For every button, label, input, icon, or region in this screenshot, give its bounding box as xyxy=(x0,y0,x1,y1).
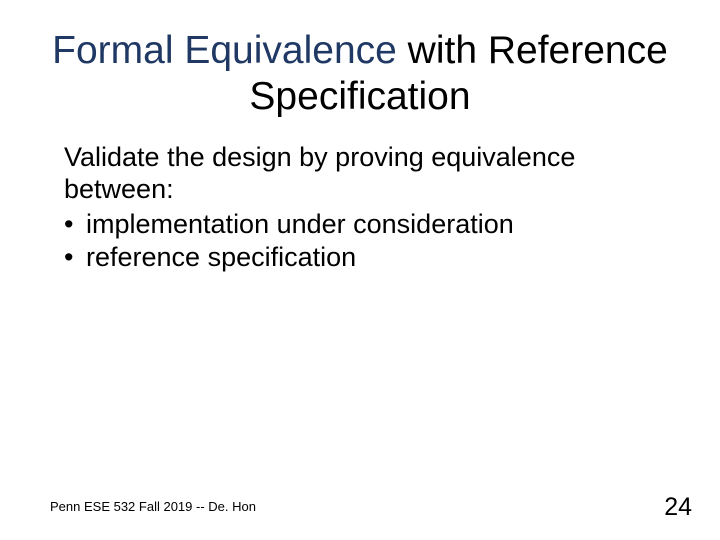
title-emphasis: Formal Equivalence xyxy=(52,29,397,72)
footer-attribution: Penn ESE 532 Fall 2019 -- De. Hon xyxy=(50,499,256,514)
slide: Formal Equivalence with Reference Specif… xyxy=(0,0,720,540)
page-number: 24 xyxy=(664,493,692,522)
list-item: implementation under consideration xyxy=(64,208,660,241)
lead-text: Validate the design by proving equivalen… xyxy=(64,142,660,206)
bullet-list: implementation under consideration refer… xyxy=(64,208,660,274)
slide-body: Validate the design by proving equivalen… xyxy=(64,142,660,274)
slide-title: Formal Equivalence with Reference Specif… xyxy=(50,28,670,120)
list-item: reference specification xyxy=(64,241,660,274)
